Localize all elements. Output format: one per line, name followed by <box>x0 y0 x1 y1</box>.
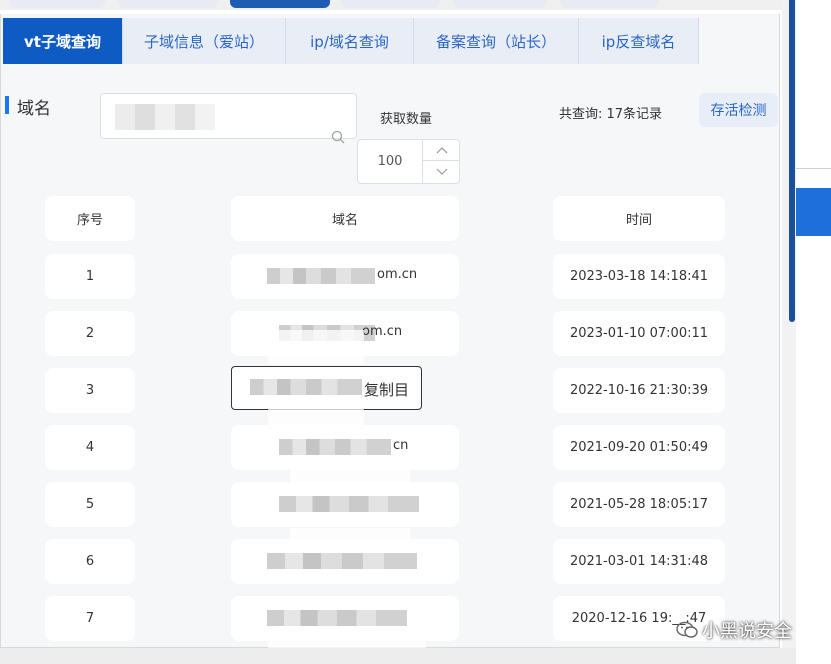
tab-ip-domain[interactable]: ip/域名查询 <box>286 18 414 64</box>
top-tab[interactable] <box>560 0 660 8</box>
top-tab[interactable] <box>340 0 440 8</box>
domain-label: 域名 <box>17 99 51 119</box>
tab-icp-record[interactable]: 备案查询（站长） <box>414 18 579 64</box>
stepper-value[interactable]: 100 <box>358 140 422 183</box>
stepper-down-button[interactable] <box>423 161 460 182</box>
top-tab[interactable] <box>118 0 218 8</box>
header-time: 时间 <box>553 196 725 241</box>
domain-suffix: om.cn <box>362 324 403 339</box>
row-domain[interactable] <box>231 596 459 641</box>
header-index: 序号 <box>45 196 135 241</box>
domain-suffix: cn <box>393 438 409 453</box>
bottom-edge <box>0 648 796 664</box>
mosaic-smear <box>290 528 410 542</box>
row-index: 7 <box>45 596 135 641</box>
right-divider <box>796 168 831 169</box>
row-time: 2021-09-20 01:50:49 <box>553 425 725 470</box>
tab-subdomain-info[interactable]: 子域信息（爱站） <box>123 18 286 64</box>
blurred-domain <box>279 439 391 455</box>
alive-check-button[interactable]: 存活检测 <box>699 93 778 127</box>
row-time: 2023-03-18 14:18:41 <box>553 254 725 299</box>
domain-input[interactable] <box>100 93 357 144</box>
blurred-domain <box>267 268 375 284</box>
stepper-up-button[interactable] <box>423 140 460 161</box>
row-time: 2021-05-28 18:05:17 <box>553 482 725 527</box>
top-strip <box>0 0 790 10</box>
row-index: 1 <box>45 254 135 299</box>
mosaic-smear <box>268 640 426 648</box>
blurred-domain <box>267 553 417 569</box>
tab-bar: vt子域查询 子域信息（爱站） ip/域名查询 备案查询（站长） ip反查域名 <box>3 18 699 64</box>
blurred-input-text <box>115 104 215 130</box>
top-tab[interactable] <box>10 0 105 8</box>
quantity-stepper[interactable]: 100 <box>357 139 460 184</box>
copy-label[interactable]: 复制目 <box>364 379 409 400</box>
page: vt子域查询 子域信息（爱站） ip/域名查询 备案查询（站长） ip反查域名 … <box>0 0 831 664</box>
stepper-buttons <box>422 140 460 183</box>
label-accent-bar <box>5 96 9 114</box>
header-domain: 域名 <box>231 196 459 241</box>
right-edge <box>796 0 831 664</box>
total-count-text: 共查询: 17条记录 <box>559 107 663 122</box>
mosaic-smear <box>268 400 364 430</box>
watermark-text: 小黑说安全 <box>702 621 792 642</box>
watermark: 小黑说安全 <box>676 617 792 643</box>
blurred-domain <box>250 379 362 395</box>
tab-vt-subdomain[interactable]: vt子域查询 <box>3 18 123 64</box>
top-tab[interactable] <box>452 0 548 8</box>
blurred-domain <box>279 496 419 512</box>
wechat-icon <box>676 621 698 638</box>
row-index: 6 <box>45 539 135 584</box>
domain-suffix: om.cn <box>377 267 418 282</box>
count-label: 获取数量 <box>380 112 433 127</box>
row-domain[interactable] <box>231 482 459 527</box>
row-time: 2022-10-16 21:30:39 <box>553 368 725 413</box>
row-time: 2023-01-10 07:00:11 <box>553 311 725 356</box>
blurred-domain <box>267 610 407 626</box>
row-index: 5 <box>45 482 135 527</box>
row-index: 4 <box>45 425 135 470</box>
row-domain[interactable]: om.cn <box>231 254 459 299</box>
mosaic-smear <box>290 460 410 482</box>
mosaic-smear <box>268 330 364 364</box>
right-blue-block <box>796 188 831 236</box>
chevron-up-icon <box>436 147 447 154</box>
row-time: 2021-03-01 14:31:48 <box>553 539 725 584</box>
chevron-down-icon <box>436 168 447 175</box>
row-index: 2 <box>45 311 135 356</box>
tab-ip-reverse[interactable]: ip反查域名 <box>579 18 699 64</box>
top-tab-active[interactable] <box>230 0 330 8</box>
row-index: 3 <box>45 368 135 413</box>
scrollbar-thumb[interactable] <box>789 0 795 322</box>
row-domain[interactable] <box>231 539 459 584</box>
search-icon[interactable] <box>331 130 345 144</box>
